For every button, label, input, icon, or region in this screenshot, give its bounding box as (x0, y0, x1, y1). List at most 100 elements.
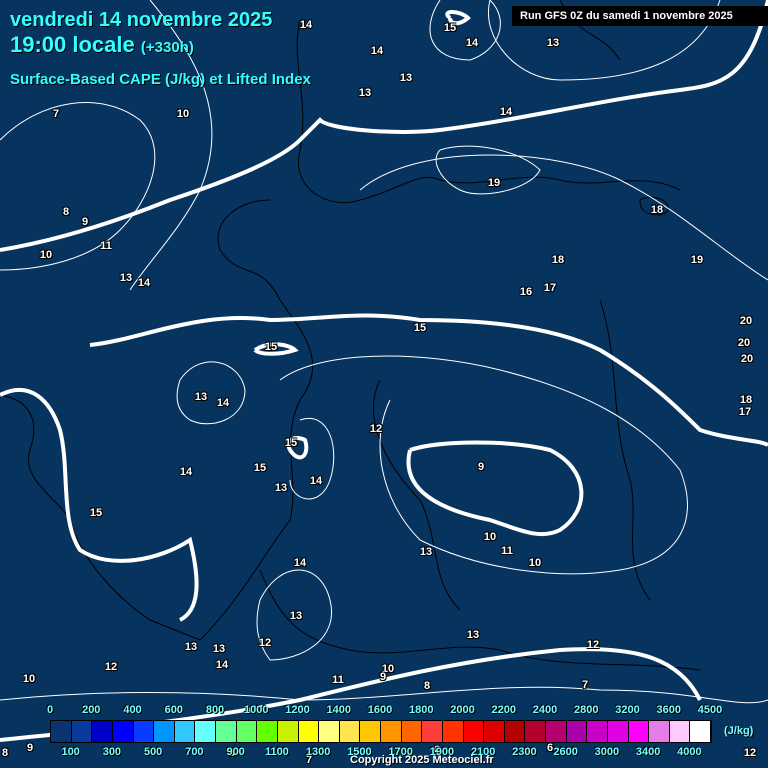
contour-label: 19 (487, 177, 501, 189)
contour-label: 12 (586, 639, 600, 651)
legend-swatch (422, 721, 443, 742)
contour-label: 20 (739, 315, 753, 327)
contour-label: 11 (501, 545, 513, 557)
thick-contours (0, 0, 768, 742)
legend-label-top: 800 (205, 704, 225, 716)
legend-swatch (360, 721, 381, 742)
legend-swatch (133, 721, 155, 742)
legend-label-bottom: 3000 (594, 746, 620, 758)
legend-label-bottom: 900 (226, 746, 245, 758)
contour-label: 16 (519, 286, 533, 298)
legend-swatch (257, 721, 278, 742)
contour-label: 17 (543, 282, 557, 294)
legend-swatch (484, 721, 505, 742)
legend-swatch (216, 721, 237, 742)
legend-swatch (504, 721, 526, 742)
contour-label: 20 (737, 337, 751, 349)
legend-label-top: 2200 (491, 704, 516, 716)
contour-label: 12 (743, 747, 757, 759)
legend-swatch (587, 721, 608, 742)
legend-label-top: 4500 (697, 704, 723, 716)
contour-label: 14 (499, 106, 513, 118)
legend-swatch (319, 721, 340, 742)
contour-label: 13 (466, 629, 480, 641)
contour-label: 10 (176, 108, 190, 120)
contour-label: 8 (62, 206, 70, 218)
legend-swatch (339, 721, 361, 742)
legend-label-bottom: 3400 (635, 746, 661, 758)
contour-label: 14 (137, 277, 151, 289)
legend-label-top: 1000 (244, 704, 269, 716)
run-info: Run GFS 0Z du samedi 1 novembre 2025 (512, 6, 768, 26)
contour-label: 19 (690, 254, 704, 266)
legend-label-bottom: 500 (143, 746, 163, 758)
legend-swatch (442, 721, 464, 742)
contour-label: 18 (739, 394, 753, 406)
legend-label-top: 400 (123, 704, 142, 716)
legend-swatch (649, 721, 670, 742)
legend-label-top: 1600 (367, 704, 393, 716)
contour-label: 9 (26, 742, 34, 754)
contour-label: 11 (100, 240, 112, 252)
legend-swatch (566, 721, 588, 742)
legend-swatch (112, 721, 134, 742)
legend-swatch (669, 721, 691, 742)
contour-label: 13 (212, 643, 226, 655)
legend-swatch (174, 721, 196, 742)
legend-swatch (690, 721, 711, 742)
contour-label: 11 (332, 674, 344, 686)
cape-map: 14 15 14 13 14 13 13 7 10 14 19 18 8 9 11 10 19 18 13 14 17 1… (0, 0, 768, 768)
legend-label-bottom: 700 (185, 746, 204, 758)
map-canvas (0, 0, 768, 742)
contour-label: 14 (299, 19, 313, 31)
contour-label: 15 (253, 462, 267, 474)
contour-label: 6 (546, 742, 554, 754)
contour-label: 12 (104, 661, 118, 673)
legend-swatch (525, 721, 546, 742)
local-time: 19:00 locale (10, 32, 135, 57)
legend-swatch (92, 721, 113, 742)
contour-label: 13 (194, 391, 208, 403)
legend-label-top: 2400 (532, 704, 558, 716)
contour-label: 9 (81, 216, 89, 228)
contour-label: 10 (483, 531, 497, 543)
contour-label: 7 (52, 108, 60, 120)
legend-swatch (71, 721, 93, 742)
legend-label-bottom: 2600 (553, 746, 578, 758)
legend-label-bottom: 4000 (677, 746, 702, 758)
contour-label: 15 (443, 22, 457, 34)
contour-label: 9 (379, 671, 387, 683)
contour-label: 12 (369, 423, 383, 435)
contour-label: 10 (528, 557, 542, 569)
contour-label: 9 (477, 461, 485, 473)
legend-label-top: 2800 (574, 704, 599, 716)
contour-label: 14 (179, 466, 193, 478)
legend-label-bottom: 100 (61, 746, 80, 758)
legend-swatch (607, 721, 629, 742)
legend-label-top: 3600 (656, 704, 681, 716)
legend-swatch (401, 721, 423, 742)
contour-label: 18 (650, 204, 664, 216)
legend-label-top: 600 (164, 704, 183, 716)
legend-label-top: 3200 (615, 704, 640, 716)
contour-label: 8 (423, 680, 431, 692)
contour-label: 14 (370, 45, 384, 57)
contour-label: 8 (1, 747, 9, 759)
legend-swatch (628, 721, 650, 742)
contour-label: 14 (215, 659, 229, 671)
legend-label-bottom: 1100 (264, 746, 289, 758)
color-legend (50, 720, 712, 743)
product-title: Surface-Based CAPE (J/kg) et Lifted Inde… (10, 71, 311, 88)
legend-swatch (381, 721, 402, 742)
coastlines (0, 0, 701, 671)
contour-label: 15 (264, 341, 278, 353)
legend-label-top: 1800 (409, 704, 434, 716)
legend-swatch (277, 721, 299, 742)
contour-label: 13 (358, 87, 372, 99)
legend-swatch (463, 721, 485, 742)
legend-swatch (51, 721, 72, 742)
legend-swatch (154, 721, 175, 742)
legend-label-bottom: 300 (102, 746, 122, 758)
contour-label: 10 (22, 673, 36, 685)
contour-label: 13 (399, 72, 413, 84)
